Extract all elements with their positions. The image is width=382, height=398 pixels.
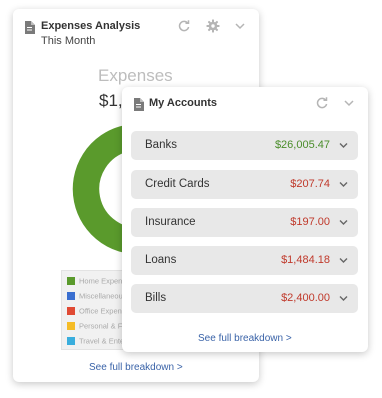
account-amount: $207.74 (290, 178, 330, 190)
legend-item: Home Expen (67, 276, 122, 286)
chevron-down-icon[interactable] (339, 257, 348, 264)
account-amount: $197.00 (290, 216, 330, 228)
account-amount: $1,484.18 (281, 254, 330, 266)
account-label: Credit Cards (145, 178, 210, 190)
chevron-down-icon[interactable] (339, 219, 348, 226)
account-row-bills[interactable]: Bills $2,400.00 (131, 284, 358, 313)
gear-icon[interactable] (206, 19, 220, 33)
legend-swatch (67, 322, 75, 331)
chevron-down-icon[interactable] (343, 97, 357, 111)
see-full-breakdown-link[interactable]: See full breakdown > (89, 362, 183, 373)
legend-swatch (67, 292, 75, 301)
account-row-insurance[interactable]: Insurance $197.00 (131, 208, 358, 237)
account-amount: $2,400.00 (281, 292, 330, 304)
legend-item: Travel & Ente (67, 336, 124, 346)
card-subtitle: This Month (41, 35, 96, 47)
account-label: Bills (145, 292, 167, 304)
legend-swatch (67, 277, 75, 286)
account-row-banks[interactable]: Banks $26,005.47 (131, 131, 358, 160)
document-icon (24, 21, 35, 34)
my-accounts-card: My Accounts Banks $26,005.47 Credit Card… (122, 87, 368, 352)
legend-label: Personal & Fa (79, 321, 127, 331)
chevron-down-icon[interactable] (234, 20, 248, 34)
legend-label: Office Expen (79, 306, 122, 316)
legend-swatch (67, 337, 75, 346)
card-title: My Accounts (149, 97, 218, 109)
account-label: Banks (145, 139, 177, 151)
see-full-breakdown-link[interactable]: See full breakdown > (198, 333, 292, 344)
refresh-icon[interactable] (315, 96, 329, 110)
account-label: Loans (145, 254, 177, 266)
legend-item: Office Expen (67, 306, 122, 316)
legend-item: Personal & Fa (67, 321, 127, 331)
legend-label: Travel & Ente (79, 336, 125, 346)
account-row-credit-cards[interactable]: Credit Cards $207.74 (131, 170, 358, 199)
card-title: Expenses Analysis (41, 20, 141, 32)
legend-label: Home Expen (79, 276, 123, 286)
account-row-loans[interactable]: Loans $1,484.18 (131, 246, 358, 275)
account-label: Insurance (145, 216, 196, 228)
chevron-down-icon[interactable] (339, 142, 348, 149)
chevron-down-icon[interactable] (339, 295, 348, 302)
chart-title: Expenses (98, 66, 173, 85)
refresh-icon[interactable] (177, 19, 191, 33)
chevron-down-icon[interactable] (339, 181, 348, 188)
legend-item: Miscellaneou (67, 291, 123, 301)
document-icon (133, 98, 144, 111)
legend-swatch (67, 307, 75, 316)
legend-label: Miscellaneou (79, 291, 123, 301)
account-amount: $26,005.47 (274, 139, 330, 151)
chart-total: $1, (99, 91, 123, 110)
